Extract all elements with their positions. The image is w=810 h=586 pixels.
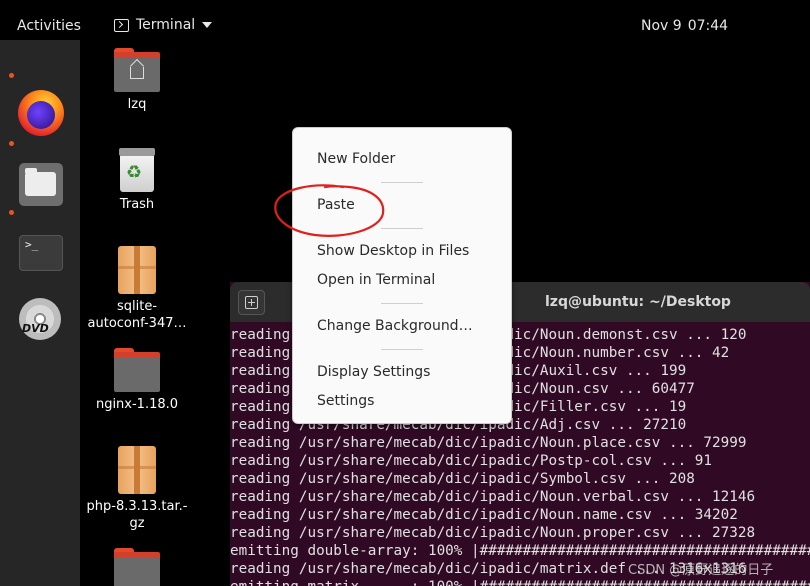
terminal-line: reading /usr/share/mecab/dic/ipadic/Post… [230, 453, 713, 469]
running-indicator [9, 73, 14, 78]
desktop-icon-trash[interactable]: ♻ Trash [82, 148, 192, 213]
annotation-circle [274, 184, 385, 237]
desktop-icon-label: sqlite- [116, 299, 158, 314]
menu-separator [381, 228, 423, 229]
trash-icon: ♻ [119, 148, 155, 192]
menu-item-new-folder[interactable]: New Folder [317, 151, 395, 167]
dock-item-firefox[interactable] [18, 90, 64, 136]
home-icon [130, 67, 144, 79]
caret-down-icon [202, 22, 213, 28]
desktop-icon-label: gz [129, 516, 145, 531]
desktop-icon-label: php-8.3.13.tar.- [86, 499, 188, 514]
clock-date: Nov 9 [641, 18, 682, 34]
dock-item-dvd[interactable]: DVD [18, 296, 64, 342]
terminal-line: reading /usr/share/mecab/dic/ipadic/Symb… [230, 471, 695, 487]
folder-glyph [25, 168, 56, 196]
desktop-icon-php-archive[interactable]: php-8.3.13.tar.- gz [82, 446, 192, 532]
menu-item-display-settings[interactable]: Display Settings [317, 364, 430, 380]
menu-separator [381, 303, 423, 304]
activities-button[interactable]: Activities [17, 18, 81, 34]
folder-icon [114, 548, 160, 586]
menu-item-open-in-terminal[interactable]: Open in Terminal [317, 272, 435, 288]
desktop-icon-nginx-folder[interactable]: nginx-1.18.0 [82, 348, 192, 413]
menu-item-show-desktop-in-files[interactable]: Show Desktop in Files [317, 243, 469, 259]
terminal-line: reading /usr/share/mecab/dic/ipadic/Noun… [230, 435, 747, 451]
terminal-line: reading /usr/share/mecab/dic/ipadic/Noun… [230, 489, 756, 505]
desktop-icon-home[interactable]: lzq [82, 48, 192, 113]
clock-time: 07:44 [687, 18, 729, 34]
terminal-line: reading /usr/share/mecab/dic/ipadic/Noun… [230, 507, 738, 523]
terminal-icon [114, 18, 129, 32]
dock: >_ DVD [0, 40, 80, 586]
dock-item-files[interactable] [18, 161, 64, 207]
terminal-line: emitting matrix : 100% |################… [230, 578, 810, 586]
desktop-icon-sqlite-archive[interactable]: sqlite- autoconf-347… [82, 246, 192, 332]
desktop-icon-label: autoconf-347… [87, 316, 187, 331]
desktop-icon-label: nginx-1.18.0 [95, 397, 179, 412]
dvd-label: DVD [22, 322, 49, 335]
running-indicator [9, 210, 14, 215]
top-bar: Activities Terminal Nov 9 07:44 [0, 0, 810, 40]
new-tab-icon [245, 296, 258, 309]
firefox-globe [27, 101, 55, 129]
menu-item-settings[interactable]: Settings [317, 393, 374, 409]
clock[interactable]: Nov 9 07:44 [641, 18, 728, 34]
app-menu-button[interactable]: Terminal [114, 17, 213, 33]
desktop-icon-label: lzq [127, 97, 147, 112]
terminal-title: lzq@ubuntu: ~/Desktop [545, 294, 731, 310]
folder-icon [114, 348, 160, 392]
menu-item-change-background[interactable]: Change Background… [317, 318, 473, 334]
home-folder-icon [114, 48, 160, 92]
dock-item-terminal[interactable]: >_ [18, 232, 64, 278]
desktop-context-menu: New Folder Paste Show Desktop in Files O… [292, 127, 512, 424]
terminal-line: emitting double-array: 100% |###########… [230, 543, 810, 559]
menu-separator [381, 349, 423, 350]
running-indicator [9, 141, 14, 146]
csdn-watermark: CSDN @原野追逐的日子 [628, 563, 774, 578]
prompt-glyph: >_ [25, 238, 39, 251]
menu-separator [381, 182, 423, 183]
terminal-line: reading /usr/share/mecab/dic/ipadic/Noun… [230, 525, 756, 541]
desktop-icon-label: Trash [119, 197, 155, 212]
new-tab-button[interactable] [238, 290, 265, 315]
archive-icon [118, 446, 156, 494]
desktop-icon-folder-partial[interactable] [82, 548, 192, 586]
archive-icon [118, 246, 156, 294]
app-menu-label: Terminal [136, 17, 196, 33]
